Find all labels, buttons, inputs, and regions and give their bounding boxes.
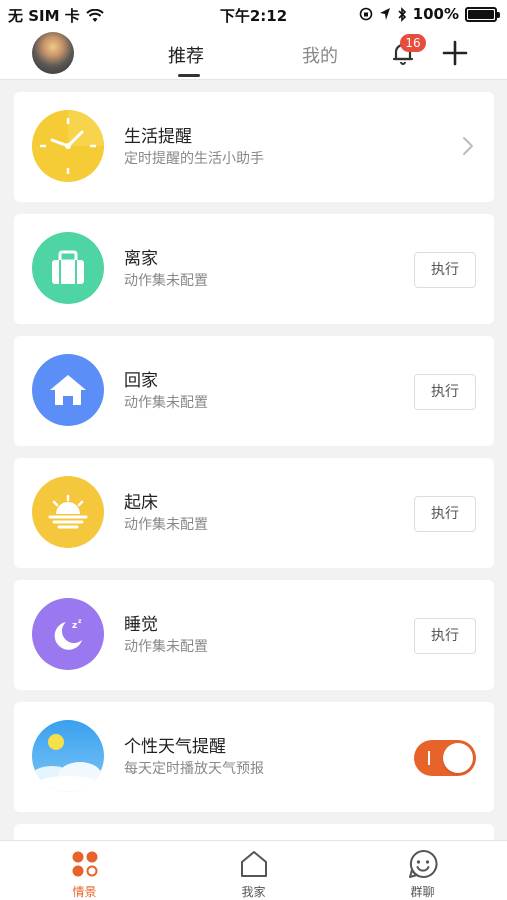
active-tab-indicator <box>178 74 200 77</box>
card-subtitle: 动作集未配置 <box>124 639 208 655</box>
card-title: 生活提醒 <box>124 127 192 147</box>
scene-card-weather-reminder: 个性天气提醒 每天定时播放天气预报 <box>14 702 494 812</box>
moon-icon: z z <box>32 598 104 670</box>
execute-button[interactable]: 执行 <box>414 496 476 532</box>
card-title: 起床 <box>124 493 158 513</box>
avatar[interactable] <box>32 32 74 74</box>
add-icon[interactable] <box>441 39 469 67</box>
execute-button[interactable]: 执行 <box>414 252 476 288</box>
location-icon <box>379 8 390 20</box>
card-title: 睡觉 <box>124 615 158 635</box>
orientation-lock-icon <box>359 7 372 21</box>
card-subtitle: 动作集未配置 <box>124 395 208 411</box>
tab-my-home[interactable]: 我家 <box>169 841 338 900</box>
tab-scenes[interactable]: 情景 <box>0 841 169 900</box>
chevron-right-icon[interactable] <box>462 136 474 156</box>
notification-badge: 16 <box>400 34 426 52</box>
tab-label: 情景 <box>72 885 97 899</box>
home-icon <box>241 851 267 877</box>
card-subtitle: 每天定时播放天气预报 <box>124 761 264 777</box>
svg-text:z: z <box>72 621 77 631</box>
scene-card-wake-up: 起床 动作集未配置 执行 <box>14 458 494 568</box>
scene-card-life-reminder[interactable]: 生活提醒 定时提醒的生活小助手 <box>14 92 494 202</box>
scene-list: 生活提醒 定时提醒的生活小助手 离家 动作集未配置 执行 回家 动作集未配置 执… <box>14 92 494 824</box>
toggle-knob <box>443 743 473 773</box>
card-subtitle: 动作集未配置 <box>124 517 208 533</box>
execute-button[interactable]: 执行 <box>414 618 476 654</box>
sunrise-icon <box>32 476 104 548</box>
weather-reminder-toggle[interactable] <box>414 740 476 776</box>
bluetooth-icon <box>398 6 406 22</box>
svg-text:z: z <box>78 618 82 625</box>
scene-card-leave-home: 离家 动作集未配置 执行 <box>14 214 494 324</box>
card-title: 回家 <box>124 371 158 391</box>
battery-icon <box>465 6 500 22</box>
scene-card-go-home: 回家 动作集未配置 执行 <box>14 336 494 446</box>
status-bar: 无 SIM 卡 下午2:12 100% <box>0 0 507 28</box>
bottom-tab-bar: 情景 我家 群聊 <box>0 840 507 900</box>
tab-group-chat[interactable]: 群聊 <box>338 841 507 900</box>
suitcase-icon <box>32 232 104 304</box>
tab-recommended[interactable]: 推荐 <box>168 42 204 68</box>
smiley-chat-icon <box>409 849 438 878</box>
card-title: 离家 <box>124 249 158 269</box>
tab-mine[interactable]: 我的 <box>302 42 338 68</box>
status-right: 100% <box>359 5 500 23</box>
execute-button[interactable]: 执行 <box>414 374 476 410</box>
scene-card-sleep: z z 睡觉 动作集未配置 执行 <box>14 580 494 690</box>
toggle-on-mark <box>428 751 430 765</box>
battery-percent: 100% <box>412 5 459 23</box>
card-subtitle: 动作集未配置 <box>124 273 208 289</box>
weather-icon <box>32 720 104 792</box>
card-title: 个性天气提醒 <box>124 737 226 757</box>
tab-label: 我家 <box>241 885 266 899</box>
clock-icon <box>32 110 104 182</box>
tab-label: 群聊 <box>410 885 435 899</box>
house-icon <box>32 354 104 426</box>
scenes-icon <box>72 851 98 877</box>
nav-bar: 推荐 我的 16 <box>0 28 507 80</box>
card-subtitle: 定时提醒的生活小助手 <box>124 151 264 167</box>
